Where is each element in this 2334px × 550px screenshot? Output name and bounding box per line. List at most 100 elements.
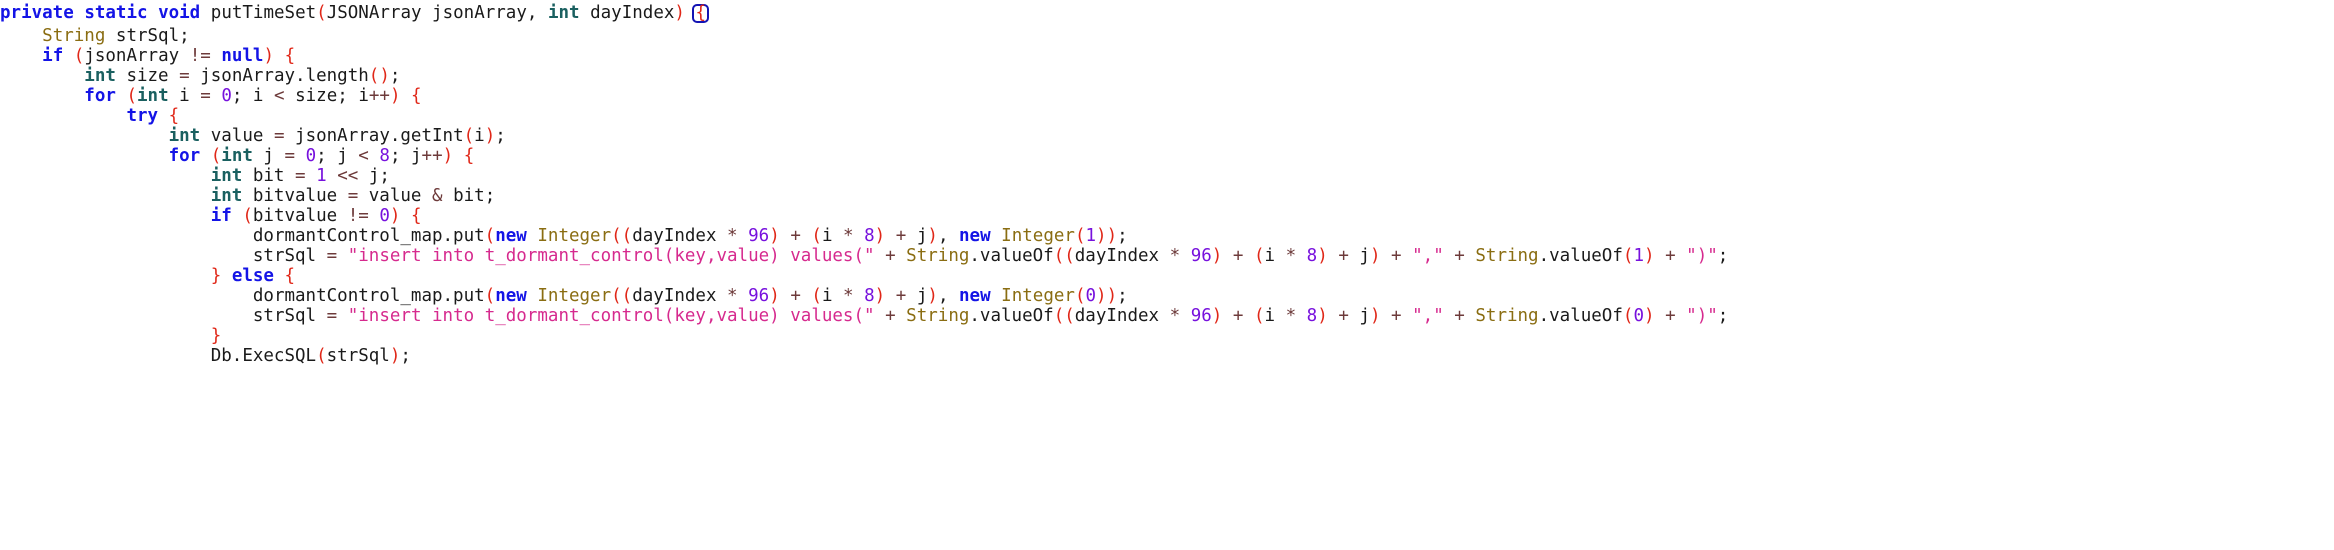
code-token-plain: i	[821, 286, 844, 306]
code-line[interactable]: Db.ExecSQL(strSql);	[0, 346, 2334, 366]
code-line[interactable]: strSql = "insert into t_dormant_control(…	[0, 306, 2334, 326]
code-token-num: 8	[1306, 246, 1318, 266]
code-token-punct: ((	[611, 286, 633, 306]
code-token-num: 1	[1085, 226, 1097, 246]
code-token-cls: Integer	[537, 226, 612, 246]
code-token-op: =	[284, 146, 296, 166]
bracket-match-highlight[interactable]: {	[692, 4, 710, 23]
code-token-op: <	[358, 146, 369, 166]
code-token-plain: bitvalue	[252, 206, 348, 226]
code-token-punct: )	[674, 3, 685, 23]
code-token-plain: strSql	[252, 306, 327, 326]
code-token-plain: bit	[242, 166, 296, 186]
code-token-num: 96	[1190, 306, 1212, 326]
code-token-op: =	[347, 186, 359, 206]
code-line[interactable]: int bitvalue = value & bit;	[0, 186, 2334, 206]
code-token-plain: jsonArray	[84, 46, 190, 66]
code-token-cls: Integer	[1001, 226, 1075, 246]
code-line[interactable]: int bit = 1 << j;	[0, 166, 2334, 186]
code-token-punct: (	[73, 46, 85, 66]
code-line[interactable]: private static void putTimeSet(JSONArray…	[0, 0, 2334, 26]
code-line[interactable]: strSql = "insert into t_dormant_control(…	[0, 246, 2334, 266]
code-token-plain: bitvalue	[242, 186, 348, 206]
code-token-punct: {	[411, 86, 422, 106]
code-token-punct: )	[1211, 306, 1223, 326]
code-token-plain: value	[358, 186, 432, 206]
code-token-punct: ((	[611, 226, 633, 246]
code-token-punct: )	[769, 226, 780, 246]
code-token-op: <	[274, 86, 285, 106]
code-token-num: 0	[305, 146, 317, 166]
code-token-op: +	[1232, 246, 1244, 266]
code-token-op: !=	[347, 206, 369, 226]
code-line[interactable]: }	[0, 326, 2334, 346]
code-token-op: *	[727, 286, 738, 306]
code-token-plain: dayIndex	[632, 286, 728, 306]
code-token-punct: ))	[1096, 286, 1118, 306]
code-line[interactable]: dormantControl_map.put(new Integer((dayI…	[0, 226, 2334, 246]
code-token-cls: Integer	[537, 286, 612, 306]
code-line[interactable]: int size = jsonArray.length();	[0, 66, 2334, 86]
code-token-plain: j	[906, 226, 928, 246]
code-token-kw: new	[959, 226, 991, 246]
code-line[interactable]: for (int j = 0; j < 8; j++) {	[0, 146, 2334, 166]
code-token-punct: (	[811, 286, 822, 306]
code-token-punct: (	[484, 286, 496, 306]
code-token-op: +	[790, 286, 801, 306]
code-line[interactable]: if (bitvalue != 0) {	[0, 206, 2334, 226]
code-token-num: 8	[864, 226, 875, 246]
code-line[interactable]: dormantControl_map.put(new Integer((dayI…	[0, 286, 2334, 306]
code-line[interactable]: } else {	[0, 266, 2334, 286]
code-token-plain: dayIndex	[579, 3, 675, 23]
code-token-cls: String	[906, 306, 970, 326]
code-token-op: *	[1285, 306, 1297, 326]
code-token-op: +	[1454, 306, 1465, 326]
code-token-str: ")"	[1686, 246, 1718, 266]
code-token-plain: ; i	[231, 86, 275, 106]
code-line[interactable]: if (jsonArray != null) {	[0, 46, 2334, 66]
code-token-cls: String	[906, 246, 970, 266]
code-token-punct: )	[389, 206, 401, 226]
code-token-str: "insert into t_dormant_control(key,value…	[347, 306, 875, 326]
code-token-punct: {	[284, 46, 296, 66]
code-token-op: =	[200, 86, 211, 106]
code-token-num: 8	[1306, 306, 1318, 326]
code-token-punct: )	[442, 146, 454, 166]
code-token-kw: void	[158, 3, 201, 23]
code-line[interactable]: int value = jsonArray.getInt(i);	[0, 126, 2334, 146]
code-token-str: ","	[1412, 306, 1444, 326]
code-token-num: 96	[1190, 246, 1212, 266]
code-token-op: +	[895, 226, 907, 246]
code-line[interactable]: String strSql;	[0, 26, 2334, 46]
code-line[interactable]: try {	[0, 106, 2334, 126]
code-line[interactable]: for (int i = 0; i < size; i++) {	[0, 86, 2334, 106]
code-token-plain: j	[252, 146, 285, 166]
code-editor-viewport[interactable]: private static void putTimeSet(JSONArray…	[0, 0, 2334, 550]
